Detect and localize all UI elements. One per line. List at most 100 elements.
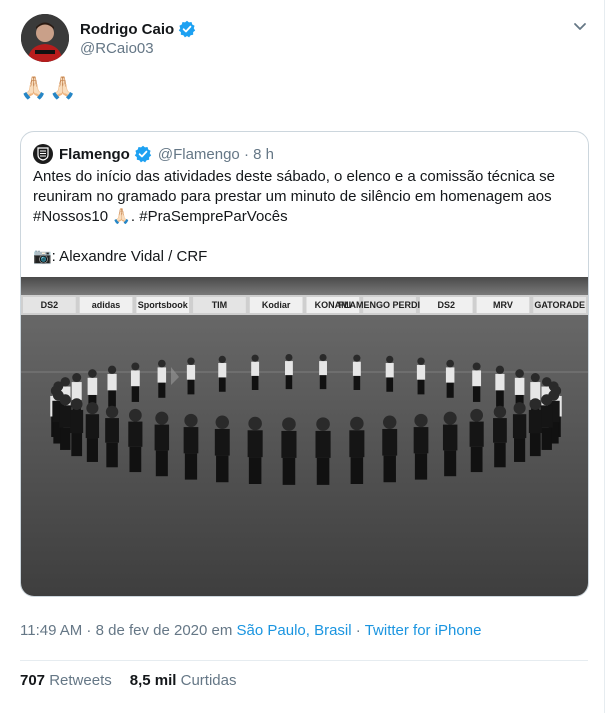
person-legs: [158, 382, 166, 398]
person-legs: [218, 377, 226, 392]
person-body: [218, 363, 227, 378]
person-body: [382, 428, 398, 456]
person-head: [470, 408, 484, 422]
location-link[interactable]: São Paulo, Brasil: [237, 622, 352, 639]
person-body: [285, 361, 293, 376]
person-head: [128, 408, 142, 422]
person-figure: [285, 354, 293, 390]
person-head: [131, 362, 140, 371]
person-body: [445, 367, 455, 383]
tweet-detail: Rodrigo Caio @RCaio03 🙏🏻 🙏🏻 Flamengo @Fl…: [0, 0, 605, 713]
person-figure: [469, 408, 484, 473]
person-body: [59, 405, 72, 428]
person-head: [443, 411, 457, 425]
person-figure: [352, 354, 361, 391]
person-head: [472, 362, 481, 371]
person-body: [514, 377, 525, 395]
person-body: [385, 363, 394, 378]
person-legs: [60, 427, 71, 450]
person-legs: [444, 450, 457, 477]
person-legs: [129, 446, 142, 473]
source-link[interactable]: Twitter for iPhone: [365, 622, 482, 639]
person-head: [495, 365, 505, 374]
quoted-tweet[interactable]: Flamengo @Flamengo · 8 h Antes do início…: [20, 131, 589, 597]
person-head: [282, 417, 296, 431]
author-display-name[interactable]: Rodrigo Caio: [80, 21, 174, 38]
person-body: [413, 427, 429, 454]
person-body: [472, 370, 482, 387]
engagement-stats: 707 Retweets 8,5 mil Curtidas: [20, 672, 236, 689]
person-body: [319, 361, 327, 376]
author-avatar[interactable]: [21, 14, 69, 62]
photo-credit: 📷: Alexandre Vidal / CRF: [33, 248, 208, 265]
person-legs: [316, 457, 330, 485]
person-head: [353, 354, 361, 362]
person-body: [528, 409, 542, 434]
person-body: [87, 377, 98, 395]
person-head: [446, 359, 454, 368]
person-figure: [540, 394, 553, 450]
person-figure: [70, 398, 84, 457]
person-figure: [442, 411, 458, 477]
person-body: [469, 421, 484, 447]
person-body: [70, 409, 84, 434]
person-legs: [131, 386, 140, 402]
likes-stat[interactable]: 8,5 mil Curtidas: [130, 672, 237, 689]
person-head: [530, 373, 540, 383]
meta-separator: ·: [355, 622, 361, 639]
sponsor-board-label: DS2: [437, 300, 455, 310]
person-legs: [350, 457, 364, 484]
person-head: [383, 415, 397, 429]
folded-hands-emoji: 🙏🏻: [49, 75, 77, 100]
person-figure: [214, 415, 230, 483]
person-head: [107, 365, 117, 374]
chevron-down-icon[interactable]: [572, 18, 588, 34]
person-head: [155, 411, 169, 425]
person-legs: [86, 438, 98, 462]
quoted-author-avatar: [33, 144, 53, 164]
person-head: [541, 394, 553, 406]
person-body: [416, 364, 426, 380]
person-figure: [281, 417, 297, 485]
person-legs: [216, 455, 229, 483]
person-head: [316, 417, 330, 431]
author-name-row: Rodrigo Caio: [80, 20, 196, 38]
timestamp[interactable]: 11:49 AM · 8 de fev de 2020 em: [20, 622, 232, 639]
person-legs: [383, 455, 396, 483]
person-figure: [349, 416, 365, 484]
person-body: [128, 421, 143, 447]
person-figure: [186, 357, 196, 395]
person-figure: [472, 362, 482, 402]
author-handle[interactable]: @RCaio03: [80, 40, 154, 57]
person-figure: [130, 362, 140, 402]
person-head: [86, 402, 99, 415]
likes-label: Curtidas: [180, 672, 237, 689]
quoted-handle-time: @Flamengo · 8 h: [157, 145, 274, 163]
person-legs: [353, 375, 361, 391]
person-legs: [184, 453, 198, 480]
person-body: [107, 373, 117, 391]
quoted-author-name: Flamengo: [59, 145, 130, 163]
person-head: [251, 354, 259, 362]
quoted-photo[interactable]: DS2 adidas Sportsbook TIM Kodiar KONAMIFLAMEN…: [21, 277, 588, 597]
person-legs: [319, 375, 327, 390]
sponsor-board-label: TIM: [212, 300, 228, 310]
person-legs: [496, 390, 504, 407]
person-head: [350, 416, 364, 431]
quoted-tweet-header: Flamengo @Flamengo · 8 h: [33, 144, 274, 164]
person-body: [251, 361, 260, 376]
person-head: [88, 369, 97, 378]
person-figure: [315, 417, 331, 485]
retweets-stat[interactable]: 707 Retweets: [20, 672, 112, 689]
person-legs: [541, 427, 552, 450]
retweets-label: Retweets: [49, 672, 112, 689]
person-figure: [183, 413, 199, 480]
sponsor-board-label: GATORADE: [534, 300, 585, 310]
person-figure: [493, 405, 507, 468]
person-legs: [446, 382, 454, 398]
person-body: [281, 430, 297, 458]
person-figure: [218, 355, 227, 392]
person-head: [184, 413, 198, 428]
person-legs: [494, 442, 506, 468]
person-legs: [106, 442, 118, 468]
